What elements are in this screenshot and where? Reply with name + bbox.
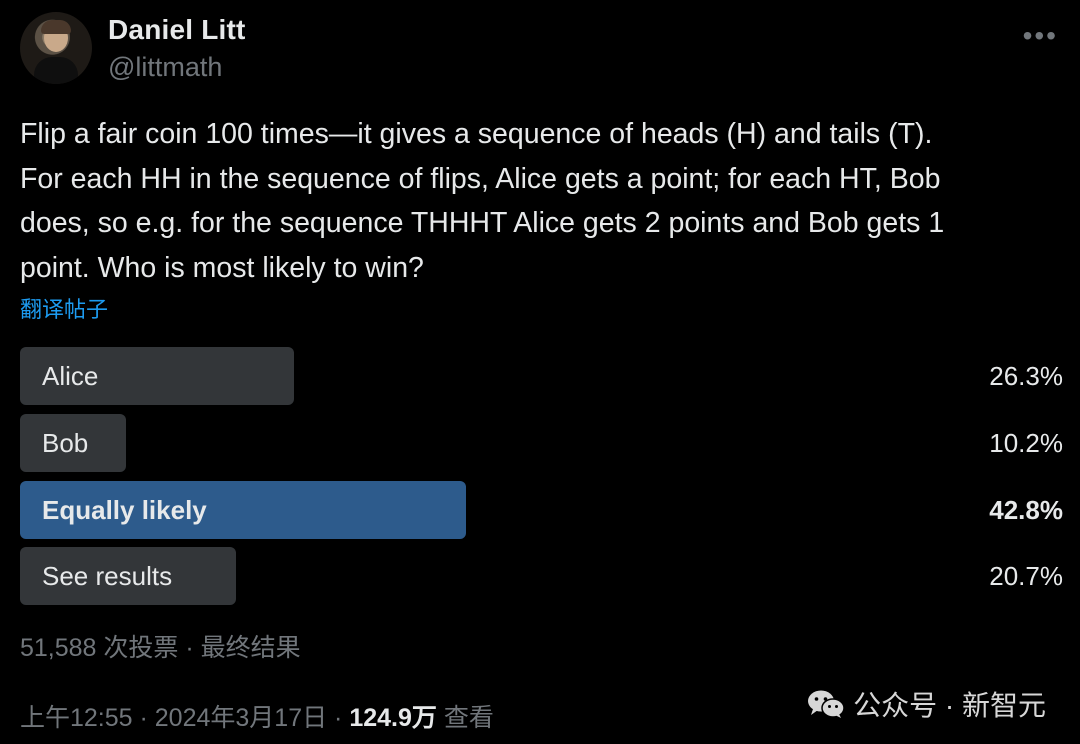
author-handle[interactable]: @littmath xyxy=(108,52,222,83)
tweet-text: Flip a fair coin 100 times—it gives a se… xyxy=(20,118,945,284)
more-dots-icon[interactable]: ••• xyxy=(1023,20,1058,52)
author-name[interactable]: Daniel Litt xyxy=(108,14,246,46)
poll-option-percent: 10.2% xyxy=(989,428,1063,458)
views-label: 查看 xyxy=(443,704,494,732)
translate-link[interactable]: 翻译帖子 xyxy=(20,292,108,324)
avatar-body xyxy=(34,57,78,84)
watermark: 公众号 · 新智元 xyxy=(807,684,1046,724)
avatar-hair xyxy=(41,20,71,34)
poll-option-alice: Alice 26.3% xyxy=(20,347,1063,405)
poll-option-label: See results xyxy=(42,561,173,591)
tweet-timestamp[interactable]: 上午12:55 · 2024年3月17日 · xyxy=(20,704,342,732)
avatar[interactable] xyxy=(20,12,92,84)
tweet-meta: 上午12:55 · 2024年3月17日 · 124.9万 查看 xyxy=(20,698,494,734)
poll-option-label: Alice xyxy=(42,361,99,391)
poll-option-percent: 26.3% xyxy=(989,361,1063,391)
poll-option-label: Bob xyxy=(42,428,89,458)
wechat-icon xyxy=(807,689,845,719)
poll-summary: 51,588 次投票 · 最终结果 xyxy=(20,634,301,662)
poll-option-percent: 20.7% xyxy=(989,561,1063,591)
poll-option-see-results: See results 20.7% xyxy=(20,547,1063,605)
poll-option-percent: 42.8% xyxy=(989,495,1063,525)
poll-option-bob: Bob 10.2% xyxy=(20,414,1063,472)
views-count: 124.9万 xyxy=(349,704,437,732)
tweet-header: Daniel Litt @littmath ••• xyxy=(20,12,1060,86)
poll-option-equally-likely: Equally likely 42.8% xyxy=(20,481,1063,539)
watermark-text: 公众号 · 新智元 xyxy=(853,690,1046,721)
poll-option-label: Equally likely xyxy=(42,495,207,525)
